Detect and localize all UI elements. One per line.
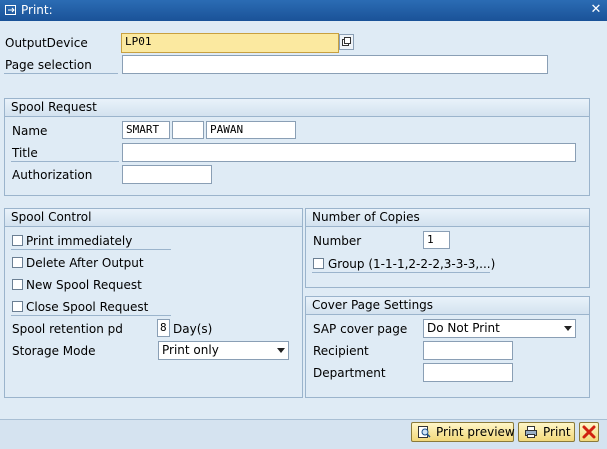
label-underline (11, 249, 171, 250)
spool-control-header: Spool Control (5, 209, 302, 227)
storage-mode-value: Print only (162, 343, 219, 357)
label-underline (4, 73, 118, 74)
recipient-field[interactable] (423, 341, 513, 360)
close-spool-request-label: Close Spool Request (26, 300, 149, 314)
window-title: Print: (21, 3, 53, 17)
retention-unit: Day(s) (173, 322, 213, 336)
chevron-down-icon (277, 348, 285, 353)
cancel-icon (582, 425, 596, 439)
retention-label: Spool retention pd (12, 322, 123, 336)
storage-mode-dropdown[interactable]: Print only (158, 341, 289, 360)
print-preview-button[interactable]: Print preview (411, 422, 515, 442)
group-copies-label: Group (1-1-1,2-2-2,3-3-3,...) (328, 257, 496, 271)
authorization-label: Authorization (12, 168, 93, 182)
storage-mode-label: Storage Mode (12, 344, 96, 358)
recipient-label: Recipient (313, 344, 369, 358)
sap-cover-page-dropdown[interactable]: Do Not Print (423, 319, 576, 338)
cover-page-settings-header: Cover Page Settings (306, 297, 589, 315)
print-preview-icon (418, 426, 431, 438)
output-device-label: OutputDevice (5, 36, 88, 50)
delete-after-output-checkbox[interactable] (12, 257, 23, 268)
close-icon[interactable]: ✕ (588, 2, 604, 18)
print-dialog-icon (5, 5, 16, 15)
delete-after-output-label: Delete After Output (26, 256, 144, 270)
group-copies-checkbox[interactable] (313, 258, 324, 269)
cancel-button[interactable] (579, 422, 599, 442)
chevron-down-icon (564, 326, 572, 331)
department-field[interactable] (423, 363, 513, 382)
label-underline (11, 161, 119, 162)
sap-cover-page-value: Do Not Print (427, 321, 500, 335)
print-label: Print (543, 425, 571, 439)
title-field[interactable] (122, 143, 576, 162)
name-field-part2[interactable] (172, 121, 204, 139)
retention-field[interactable]: 8 (157, 319, 170, 337)
print-button[interactable]: Print (518, 422, 575, 442)
label-underline (11, 315, 171, 316)
sap-cover-page-label: SAP cover page (313, 322, 408, 336)
authorization-field[interactable] (122, 165, 212, 184)
output-device-field[interactable]: LP01 (121, 33, 339, 53)
name-field-part3[interactable]: PAWAN (206, 121, 296, 139)
number-of-copies-header: Number of Copies (306, 209, 589, 227)
new-spool-request-label: New Spool Request (26, 278, 142, 292)
page-selection-label: Page selection (5, 58, 92, 72)
value-help-button[interactable] (339, 34, 354, 50)
label-underline (312, 272, 490, 273)
printer-icon (525, 426, 537, 438)
title-label: Title (12, 146, 38, 160)
close-spool-request-checkbox[interactable] (12, 301, 23, 312)
name-label: Name (12, 124, 48, 138)
name-field-part1[interactable]: SMART (122, 121, 170, 139)
value-help-icon (342, 37, 351, 46)
page-selection-field[interactable] (122, 55, 548, 74)
new-spool-request-checkbox[interactable] (12, 279, 23, 290)
number-of-copies-field[interactable]: 1 (423, 231, 450, 249)
spool-request-header: Spool Request (5, 99, 589, 117)
department-label: Department (313, 366, 386, 380)
print-preview-label: Print preview (436, 425, 515, 439)
number-label: Number (313, 234, 362, 248)
print-immediately-checkbox[interactable] (12, 235, 23, 246)
dialog-footer (0, 419, 607, 449)
window-titlebar: Print: ✕ (0, 0, 607, 21)
print-immediately-label: Print immediately (26, 234, 133, 248)
